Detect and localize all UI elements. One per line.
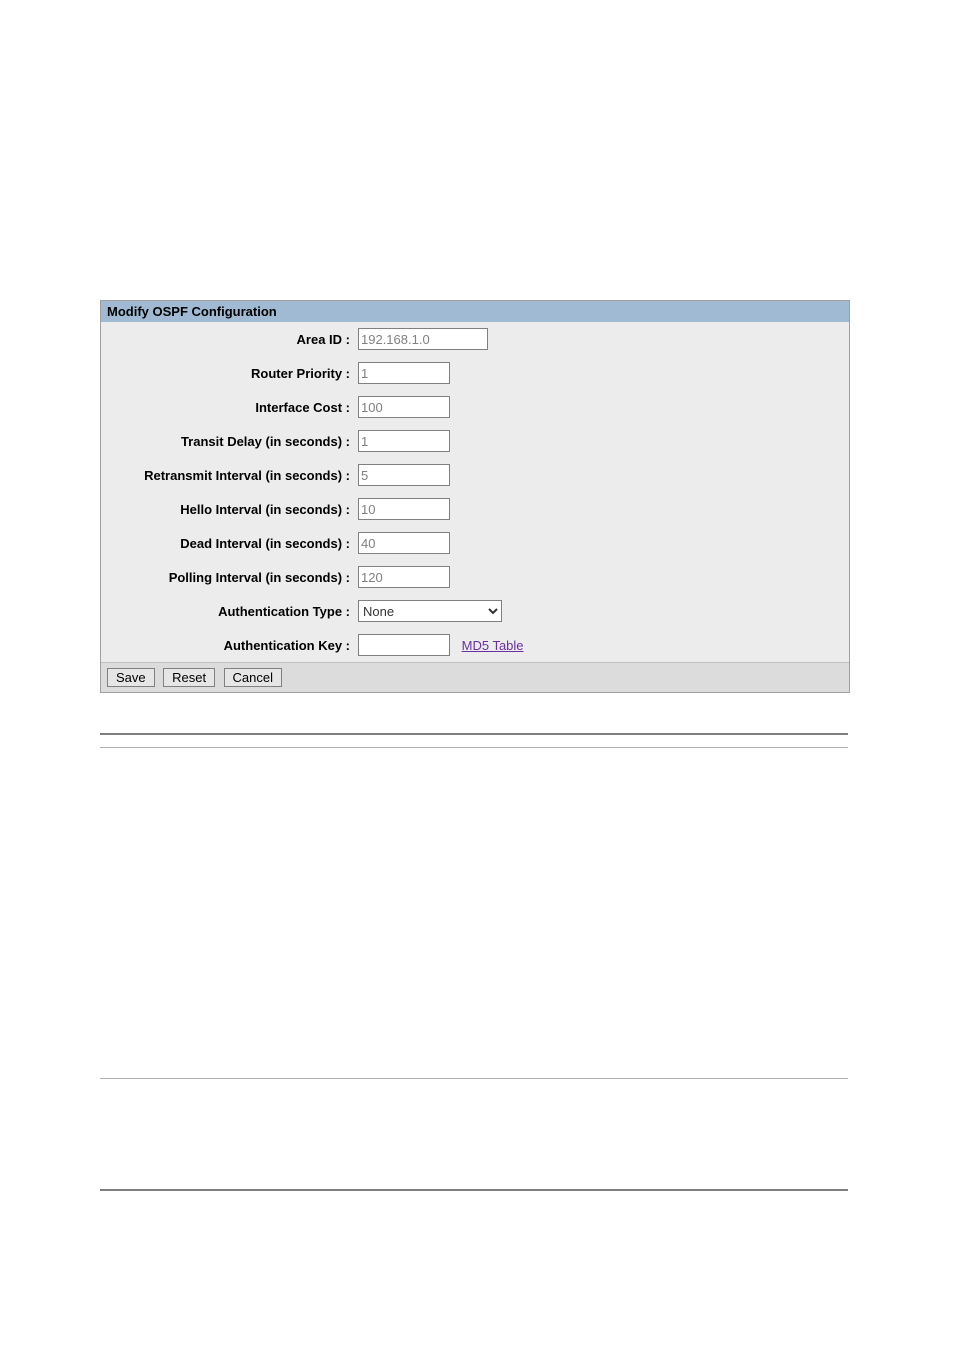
dead-interval-label: Dead Interval (in seconds) : xyxy=(101,526,354,560)
transit-delay-input[interactable] xyxy=(358,430,450,452)
divider-3 xyxy=(100,1078,848,1079)
divider-1 xyxy=(100,733,848,735)
retransmit-interval-label: Retransmit Interval (in seconds) : xyxy=(101,458,354,492)
cancel-button[interactable]: Cancel xyxy=(224,668,282,687)
md5-table-link[interactable]: MD5 Table xyxy=(462,638,524,653)
transit-delay-label: Transit Delay (in seconds) : xyxy=(101,424,354,458)
hello-interval-label: Hello Interval (in seconds) : xyxy=(101,492,354,526)
area-id-label: Area ID : xyxy=(101,322,354,356)
divider-2 xyxy=(100,747,848,748)
ospf-config-panel: Modify OSPF Configuration Area ID : Rout… xyxy=(100,300,850,693)
auth-type-select[interactable]: None xyxy=(358,600,502,622)
auth-key-input[interactable] xyxy=(358,634,450,656)
dead-interval-input[interactable] xyxy=(358,532,450,554)
panel-title: Modify OSPF Configuration xyxy=(101,301,849,322)
interface-cost-input[interactable] xyxy=(358,396,450,418)
button-row: Save Reset Cancel xyxy=(101,662,849,692)
router-priority-input[interactable] xyxy=(358,362,450,384)
auth-type-label: Authentication Type : xyxy=(101,594,354,628)
retransmit-interval-input[interactable] xyxy=(358,464,450,486)
auth-key-label: Authentication Key : xyxy=(101,628,354,662)
interface-cost-label: Interface Cost : xyxy=(101,390,354,424)
router-priority-label: Router Priority : xyxy=(101,356,354,390)
area-id-input[interactable] xyxy=(358,328,488,350)
hello-interval-input[interactable] xyxy=(358,498,450,520)
reset-button[interactable]: Reset xyxy=(163,668,215,687)
polling-interval-label: Polling Interval (in seconds) : xyxy=(101,560,354,594)
polling-interval-input[interactable] xyxy=(358,566,450,588)
config-form: Area ID : Router Priority : Interface Co… xyxy=(101,322,849,662)
divider-4 xyxy=(100,1189,848,1191)
save-button[interactable]: Save xyxy=(107,668,155,687)
